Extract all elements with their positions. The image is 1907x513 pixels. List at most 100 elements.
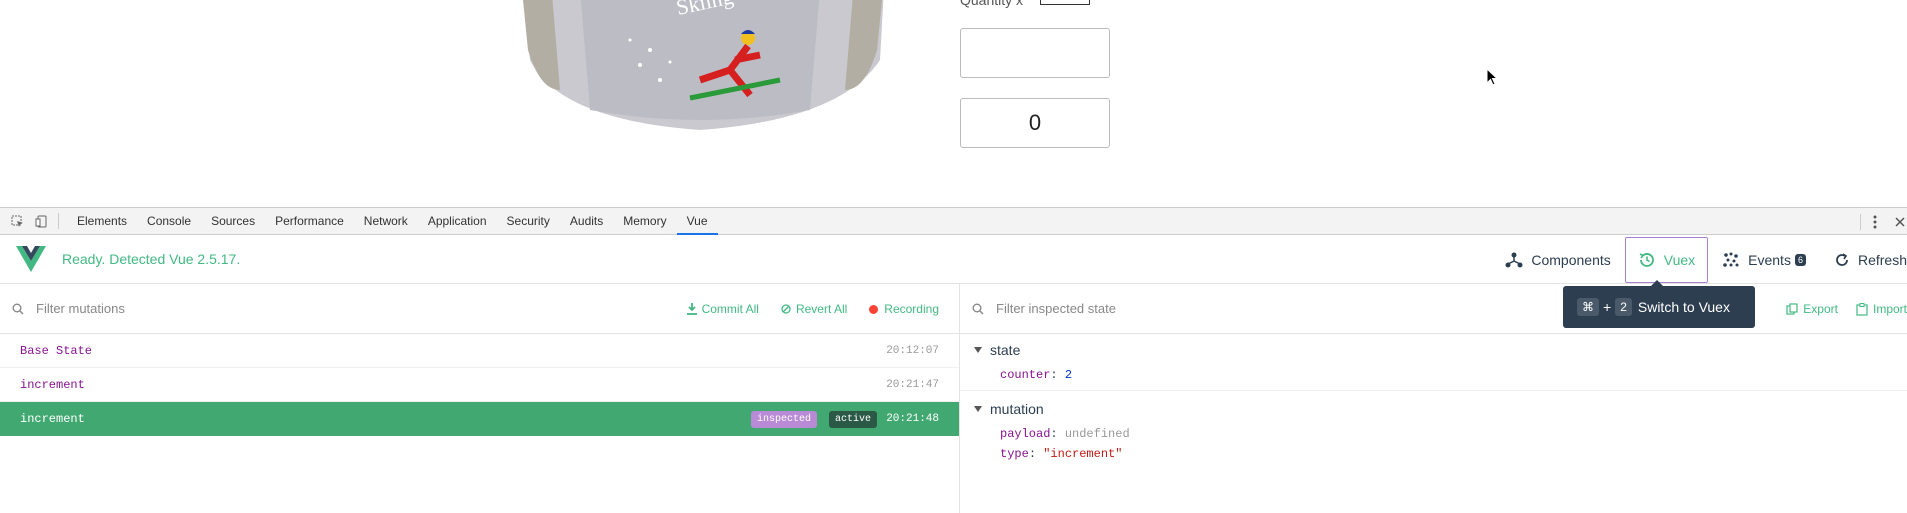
more-options-icon[interactable] bbox=[1873, 215, 1877, 229]
commit-all-label: Commit All bbox=[701, 302, 759, 316]
filter-mutations-input[interactable] bbox=[36, 301, 376, 316]
payload-value: undefined bbox=[1064, 427, 1130, 441]
tab-vue[interactable]: Vue bbox=[676, 208, 718, 235]
vuex-shortcut-tooltip: ⌘ + 2 Switch to Vuex bbox=[1563, 280, 1755, 328]
vue-nav: Components Vuex Events 6 Refresh bbox=[1491, 235, 1907, 284]
inspect-element-icon[interactable] bbox=[10, 214, 24, 228]
vue-devtools-header: Ready. Detected Vue 2.5.17. Components V… bbox=[0, 235, 1907, 284]
state-tree: state counter: 2 mutation payload: undef… bbox=[960, 334, 1907, 461]
search-icon bbox=[972, 303, 984, 315]
tab-audits[interactable]: Audits bbox=[560, 208, 613, 235]
toolbar-divider bbox=[1860, 213, 1861, 230]
device-toolbar-icon[interactable] bbox=[34, 214, 48, 228]
search-icon bbox=[12, 303, 24, 315]
events-count-badge: 6 bbox=[1794, 253, 1806, 266]
copy-icon bbox=[1786, 303, 1798, 315]
active-badge: active bbox=[828, 410, 877, 428]
refresh-button[interactable]: Refresh bbox=[1820, 237, 1907, 283]
mutation-name: increment bbox=[20, 412, 85, 426]
download-icon bbox=[686, 303, 697, 315]
devtools-tabbar: Elements Console Sources Performance Net… bbox=[0, 208, 1907, 235]
commit-all-button[interactable]: Commit All bbox=[686, 302, 759, 316]
inspector-filter bbox=[972, 301, 1372, 316]
events-label: Events bbox=[1748, 251, 1791, 268]
app-page: Skiing Quantity x 0 bbox=[0, 0, 1907, 207]
tab-sources[interactable]: Sources bbox=[201, 208, 265, 235]
section-divider bbox=[960, 390, 1907, 391]
mutation-name: Base State bbox=[20, 343, 93, 358]
payload-key: payload bbox=[1000, 427, 1051, 441]
mutation-row-selected[interactable]: increment inspected active 20:21:48 bbox=[0, 402, 959, 436]
tab-application[interactable]: Application bbox=[418, 208, 497, 235]
status-text: Ready. Detected Vue 2.5.17. bbox=[62, 251, 241, 267]
mouse-cursor-icon bbox=[1486, 68, 1498, 86]
export-label: Export bbox=[1803, 302, 1838, 316]
revert-icon bbox=[781, 304, 791, 314]
tab-memory[interactable]: Memory bbox=[613, 208, 676, 235]
tab-elements[interactable]: Elements bbox=[67, 208, 137, 235]
mutation-section-title: mutation bbox=[990, 401, 1044, 417]
caret-down-icon bbox=[974, 347, 982, 353]
mutations-actions: Commit All Revert All Recording bbox=[665, 284, 939, 334]
payload-entry: payload: undefined bbox=[1000, 427, 1130, 441]
mutations-toolbar: Commit All Revert All Recording bbox=[0, 284, 959, 334]
import-button[interactable]: Import bbox=[1856, 302, 1907, 316]
backpack-image: Skiing bbox=[523, 0, 884, 130]
components-label: Components bbox=[1531, 251, 1611, 268]
mutation-row[interactable]: Base State 20:12:07 bbox=[0, 334, 959, 368]
mutation-section-toggle[interactable]: mutation bbox=[974, 401, 1907, 417]
recording-dot-icon bbox=[869, 304, 879, 314]
inspected-badge: inspected bbox=[750, 410, 817, 428]
vuex-label: Vuex bbox=[1663, 251, 1696, 268]
recording-button[interactable]: Recording bbox=[869, 302, 939, 316]
number-key: 2 bbox=[1615, 298, 1632, 316]
events-icon bbox=[1723, 252, 1739, 267]
state-counter-entry: counter: 2 bbox=[1000, 368, 1073, 382]
command-key: ⌘ bbox=[1577, 298, 1599, 316]
devtools-tabbar-right bbox=[1860, 208, 1907, 235]
components-button[interactable]: Components bbox=[1491, 237, 1624, 283]
tooltip-text: Switch to Vuex bbox=[1637, 299, 1730, 315]
tab-network[interactable]: Network bbox=[354, 208, 418, 235]
recording-label: Recording bbox=[884, 302, 939, 316]
tab-security[interactable]: Security bbox=[497, 208, 560, 235]
counter-value[interactable]: 2 bbox=[1065, 368, 1072, 382]
text-field-top[interactable] bbox=[960, 28, 1110, 78]
state-section-toggle[interactable]: state bbox=[974, 342, 1907, 358]
clipboard-icon bbox=[1856, 302, 1868, 316]
events-button[interactable]: Events 6 bbox=[1708, 237, 1820, 283]
vuex-button[interactable]: Vuex bbox=[1624, 236, 1709, 283]
revert-all-button[interactable]: Revert All bbox=[781, 302, 847, 316]
devtools-panel: Elements Console Sources Performance Net… bbox=[0, 207, 1907, 513]
type-entry: type: "increment" bbox=[1000, 447, 1123, 461]
mutation-name: increment bbox=[20, 377, 85, 392]
refresh-icon bbox=[1836, 252, 1848, 266]
import-label: Import bbox=[1872, 302, 1907, 316]
export-button[interactable]: Export bbox=[1786, 302, 1838, 316]
mutations-pane: Commit All Revert All Recording Base Sta… bbox=[0, 284, 960, 513]
state-section-title: state bbox=[990, 342, 1021, 358]
quantity-input[interactable] bbox=[1040, 0, 1090, 5]
type-value: "increment" bbox=[1043, 447, 1123, 461]
tab-performance[interactable]: Performance bbox=[265, 208, 354, 235]
inspector-actions: Export Import bbox=[1768, 284, 1907, 334]
components-icon bbox=[1505, 252, 1523, 267]
mutation-time: 20:12:07 bbox=[886, 344, 939, 357]
counter-key: counter bbox=[1000, 368, 1051, 382]
caret-down-icon bbox=[974, 406, 982, 412]
filter-state-input[interactable] bbox=[996, 301, 1336, 316]
state-inspector-pane: Export Import state counter: 2 bbox=[960, 284, 1907, 513]
plus-sign: + bbox=[1603, 299, 1612, 315]
mutation-time: 20:21:48 bbox=[886, 413, 939, 425]
type-key: type bbox=[1000, 447, 1029, 461]
counter-field[interactable]: 0 bbox=[960, 98, 1110, 148]
close-icon[interactable] bbox=[1895, 216, 1905, 227]
revert-all-label: Revert All bbox=[795, 302, 848, 316]
mutation-time: 20:21:47 bbox=[886, 378, 939, 391]
toolbar-divider bbox=[58, 213, 59, 229]
refresh-label: Refresh bbox=[1857, 251, 1907, 268]
mutations-filter bbox=[12, 301, 412, 316]
mutation-row[interactable]: increment 20:21:47 bbox=[0, 368, 959, 402]
quantity-label: Quantity x bbox=[960, 0, 1024, 8]
tab-console[interactable]: Console bbox=[137, 208, 201, 235]
